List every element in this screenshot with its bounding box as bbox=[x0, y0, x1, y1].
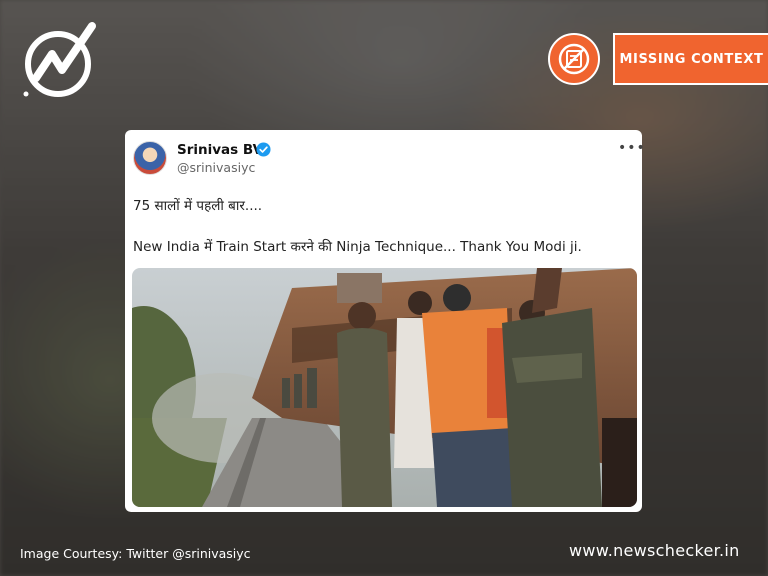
missing-context-label: MISSING CONTEXT bbox=[613, 33, 768, 85]
tweet-card: Srinivas BV @srinivasiyc ••• 75 सालों मे… bbox=[125, 130, 645, 512]
newschecker-logo-icon bbox=[20, 20, 102, 102]
tweet-author-name[interactable]: Srinivas BV bbox=[177, 142, 263, 158]
verified-badge-icon bbox=[256, 142, 271, 157]
more-options-icon[interactable]: ••• bbox=[618, 140, 646, 156]
tweet-text-line-1: 75 सालों में पहली बार.... bbox=[133, 198, 263, 214]
image-courtesy: Image Courtesy: Twitter @srinivasiyc bbox=[20, 546, 251, 561]
website-url[interactable]: www.newschecker.in bbox=[569, 541, 740, 560]
missing-context-icon bbox=[548, 33, 600, 85]
tweet-text-line-2: New India में Train Start करने की Ninja … bbox=[133, 239, 582, 255]
avatar[interactable] bbox=[133, 141, 167, 175]
tweet-handle[interactable]: @srinivasiyc bbox=[177, 160, 255, 175]
tweet-video-thumbnail[interactable] bbox=[132, 268, 637, 507]
